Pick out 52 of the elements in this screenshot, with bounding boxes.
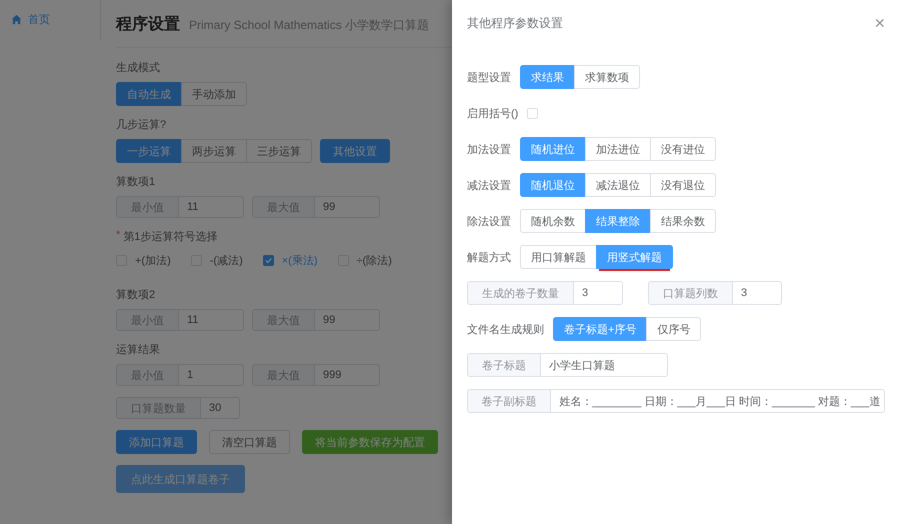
option-button[interactable]: 加法进位 [585, 137, 651, 161]
option-button[interactable]: 结果余数 [650, 209, 716, 233]
field-label: 加法设置 [467, 142, 511, 156]
other-settings-button[interactable]: 其他设置 [320, 139, 390, 163]
input-field[interactable]: 卷子副标题 姓名：________ 日期：___月___日 时间：_______ 对题：___道 [467, 389, 885, 413]
option-button[interactable]: 求算数项 [574, 65, 640, 89]
option-button[interactable]: 手动添加 [181, 82, 247, 106]
field-label: 第1步运算符号选择 [123, 230, 218, 244]
option-button[interactable]: 没有退位 [650, 173, 716, 197]
field-label: 算数项1 [116, 175, 156, 189]
option-button[interactable]: 随机退位 [520, 173, 586, 197]
action-button[interactable]: 清空口算题 [209, 430, 290, 454]
field-label: 文件名生成规则 [467, 322, 544, 336]
option-button[interactable]: 结果整除 [585, 209, 651, 233]
drawer-title: 其他程序参数设置 [467, 14, 563, 32]
field-label: 运算结果 [116, 343, 160, 357]
input-field[interactable]: 生成的卷子数量 3 [467, 281, 623, 305]
option-button[interactable]: 用竖式解题 [596, 245, 673, 269]
option-button[interactable]: 用口算解题 [520, 245, 597, 269]
option-button[interactable]: 没有进位 [650, 137, 716, 161]
required-mark: * [116, 229, 120, 243]
input-field[interactable]: 口算题列数 3 [648, 281, 782, 305]
field-label: 减法设置 [467, 178, 511, 192]
option-button[interactable]: 两步运算 [181, 139, 247, 163]
close-button[interactable]: × [874, 14, 885, 32]
home-icon [11, 14, 22, 25]
option-button[interactable]: 随机余数 [520, 209, 586, 233]
page-title: 程序设置 [116, 14, 180, 35]
field-label: 除法设置 [467, 214, 511, 228]
option-button[interactable]: 仅序号 [646, 317, 702, 341]
action-button[interactable]: 将当前参数保存为配置 [302, 430, 438, 454]
checkbox-label: -(减法) [210, 254, 243, 268]
option-button[interactable]: 卷子标题+序号 [553, 317, 648, 341]
field-label: 解题方式 [467, 250, 511, 264]
option-button[interactable]: 一步运算 [116, 139, 182, 163]
field-label: 题型设置 [467, 70, 511, 84]
field-label: 几步运算? [116, 118, 166, 132]
field-label: 生成模式 [116, 61, 160, 75]
field-label: 算数项2 [116, 288, 156, 302]
option-button[interactable]: 求结果 [520, 65, 575, 89]
sidebar-item[interactable]: 首页 [0, 12, 100, 27]
option-button[interactable]: 三步运算 [246, 139, 312, 163]
action-button[interactable]: 添加口算题 [116, 430, 197, 454]
option-button[interactable]: 自动生成 [116, 82, 182, 106]
option-button[interactable]: 减法退位 [585, 173, 651, 197]
field-label: 启用括号() [467, 106, 518, 120]
checkbox-label: ÷(除法) [356, 254, 392, 268]
option-button[interactable]: 随机进位 [520, 137, 586, 161]
checkbox[interactable] [262, 255, 274, 266]
checkbox-label: +(加法) [135, 254, 171, 268]
input-field[interactable]: 卷子标题 小学生口算题 [467, 353, 668, 377]
checkbox-label: ×(乘法) [282, 254, 318, 268]
